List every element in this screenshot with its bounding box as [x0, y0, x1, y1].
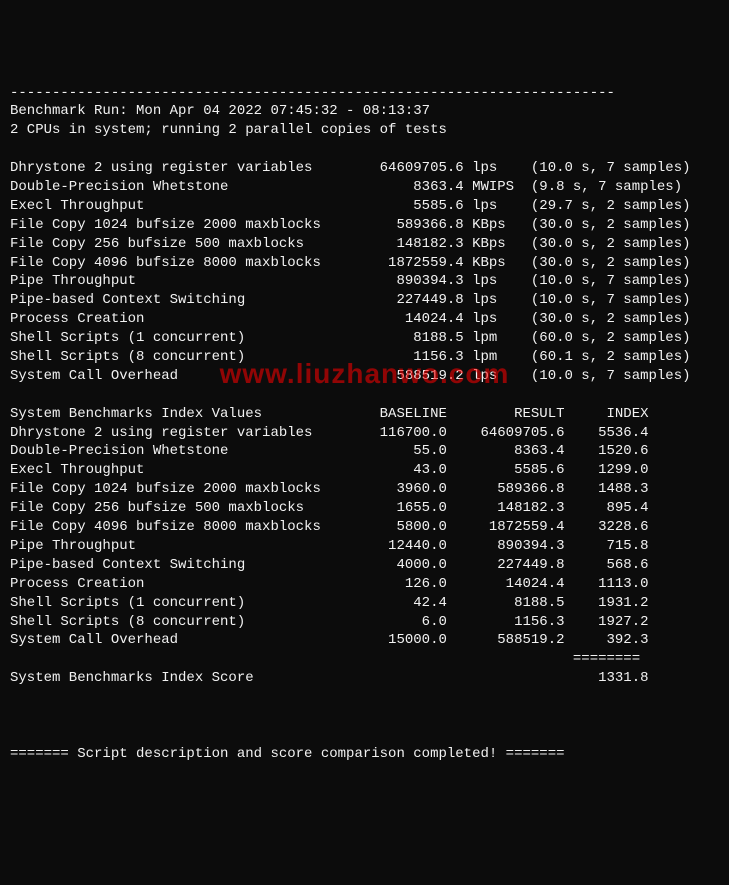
- terminal-output: ----------------------------------------…: [10, 84, 719, 764]
